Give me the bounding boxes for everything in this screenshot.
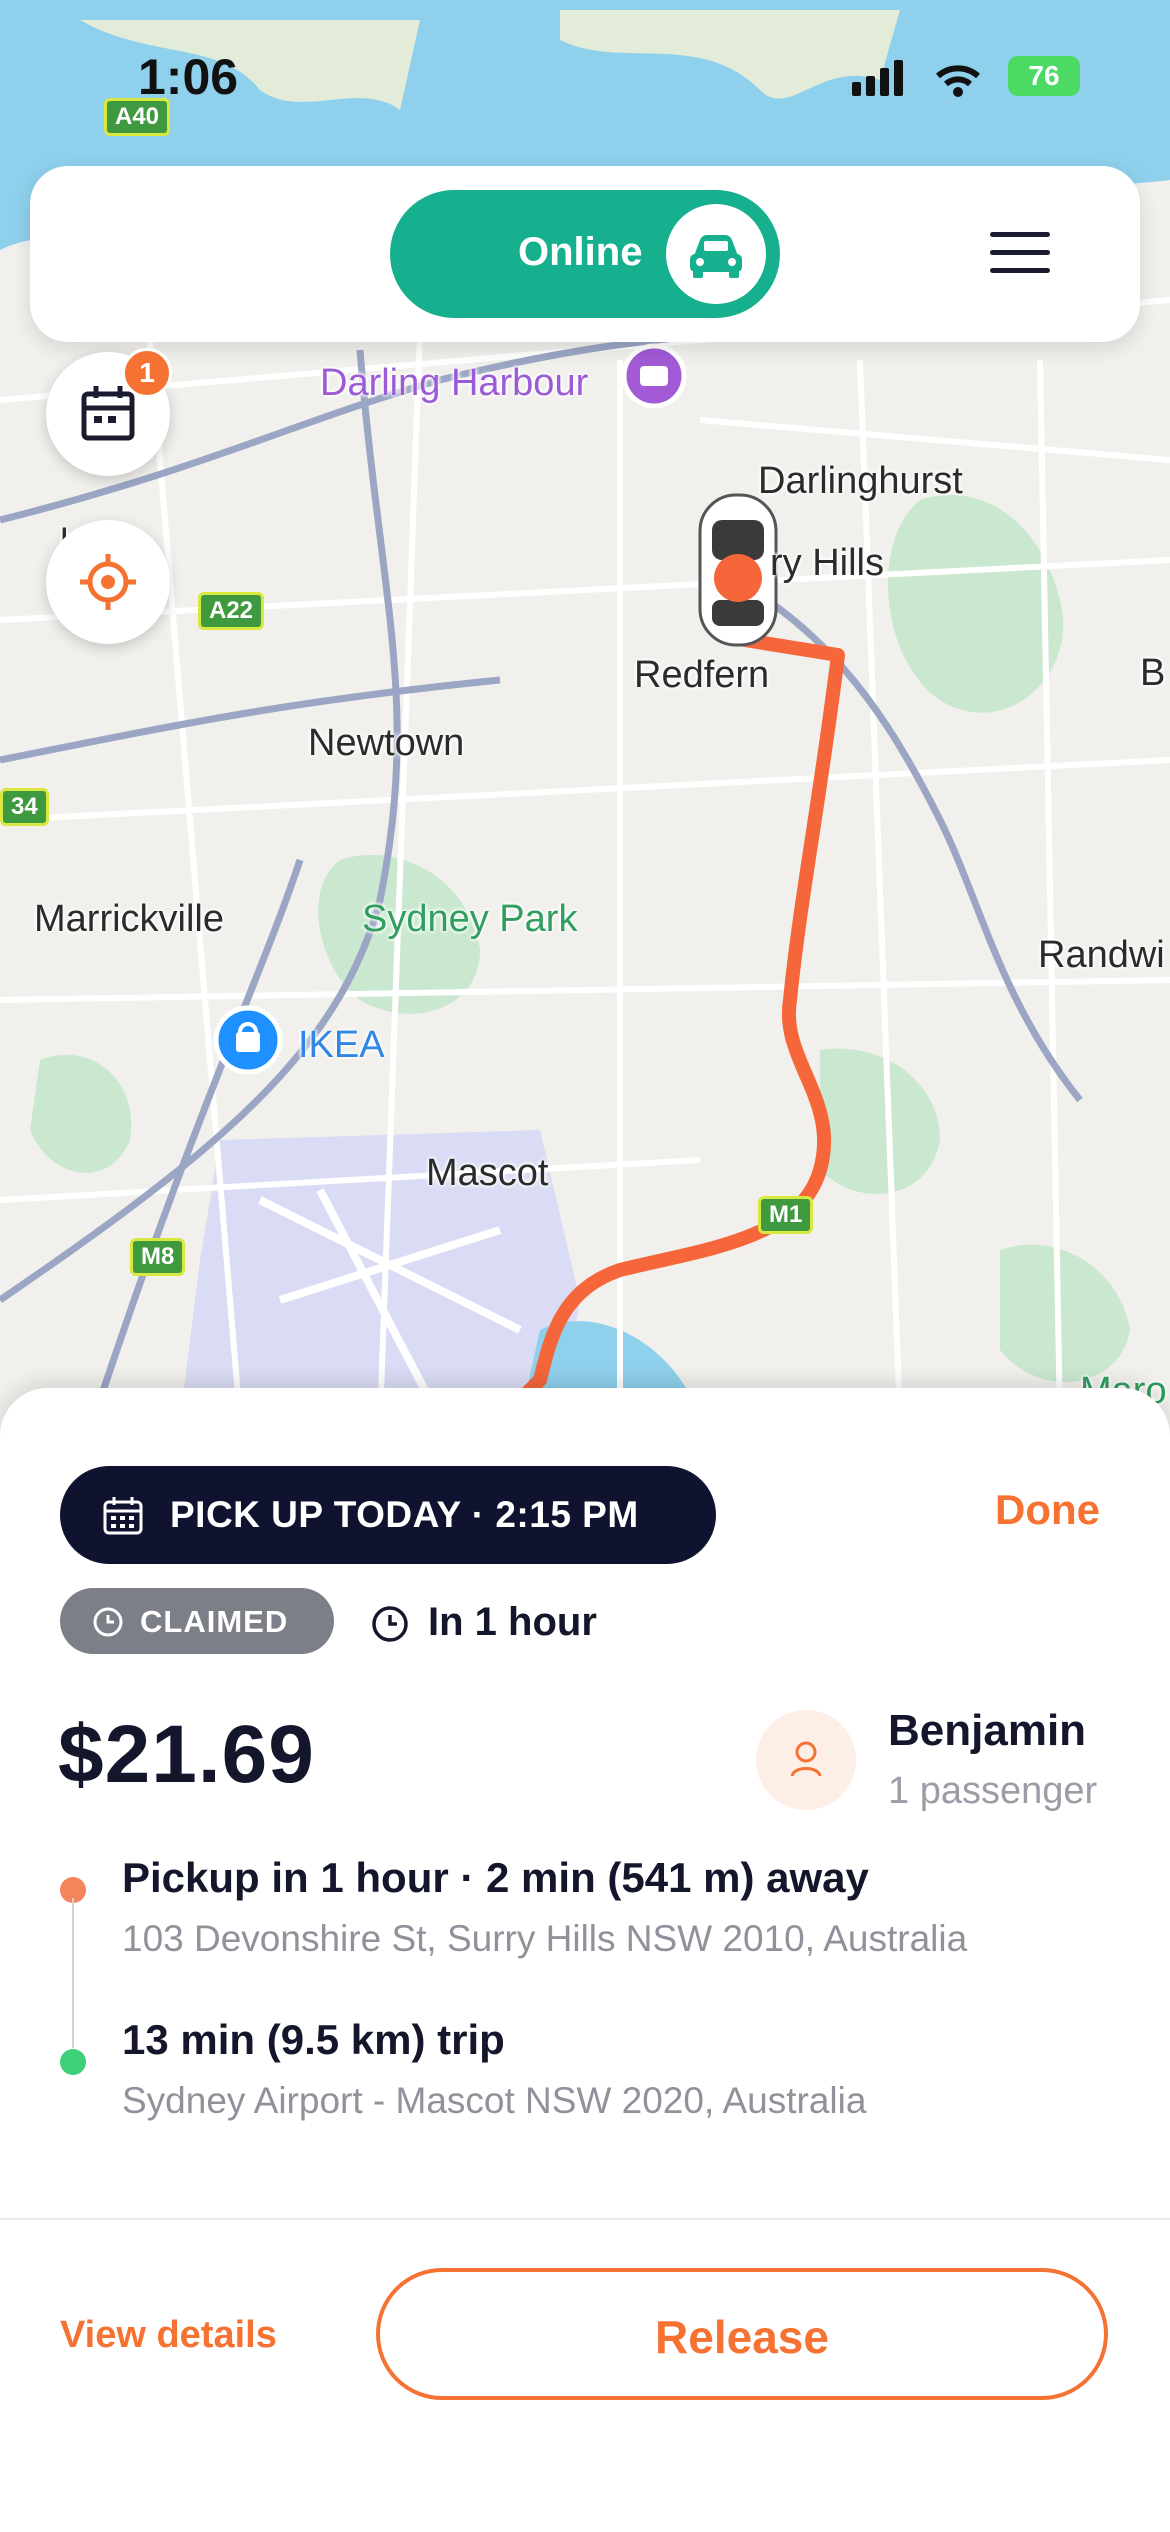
- map-label-newtown: Newtown: [308, 722, 465, 764]
- dropoff-title: 13 min (9.5 km) trip: [122, 2016, 505, 2063]
- battery-indicator: 76: [1008, 56, 1080, 96]
- map-label-randwick: Randwi: [1038, 934, 1165, 976]
- status-time: 1:06: [138, 49, 239, 105]
- rider-avatar: [756, 1710, 856, 1810]
- pickup-title: Pickup in 1 hour · 2 min (541 m) away: [122, 1854, 869, 1901]
- pickup-time-pill: PICK UP TODAY · 2:15 PM: [60, 1466, 716, 1564]
- claimed-badge: CLAIMED: [60, 1588, 334, 1654]
- recenter-button[interactable]: [46, 520, 170, 644]
- calendar-icon: [103, 1497, 143, 1535]
- map-label-darling-harbour[interactable]: Darling Harbour: [320, 362, 588, 405]
- route-connector-line: [72, 1898, 74, 2048]
- road-shield-a34: 34: [0, 788, 49, 826]
- map-label-sydney-park: Sydney Park: [362, 898, 578, 940]
- sheet-divider: [0, 2218, 1170, 2220]
- map-label-ikea[interactable]: IKEA: [298, 1024, 385, 1067]
- map-label-marrickville: Marrickville: [34, 898, 224, 940]
- car-icon: [690, 235, 742, 278]
- view-details-link[interactable]: View details: [60, 2314, 277, 2357]
- clock-icon: [93, 1607, 123, 1637]
- dropoff-dot: [60, 2049, 86, 2075]
- online-toggle[interactable]: Online: [390, 190, 780, 318]
- clock-icon: [372, 1606, 408, 1642]
- map-label-surry-hills: ry Hills: [770, 542, 884, 584]
- claimed-label: CLAIMED: [140, 1604, 289, 1639]
- release-label: Release: [655, 2311, 829, 2363]
- release-button[interactable]: Release: [376, 2268, 1108, 2400]
- map-label-redfern: Redfern: [634, 654, 770, 696]
- road-shield-m1: M1: [758, 1196, 814, 1234]
- person-icon: [790, 1741, 822, 1777]
- map-label-darlinghurst: Darlinghurst: [758, 460, 963, 502]
- road-shield-m8: M8: [130, 1238, 186, 1276]
- map-label-b: B: [1140, 652, 1166, 694]
- hamburger-menu-icon[interactable]: [990, 232, 1050, 276]
- online-label: Online: [518, 230, 643, 274]
- road-shield-a22: A22: [198, 592, 265, 630]
- status-bar: 1:06 76: [0, 0, 1170, 160]
- top-status-card: Online: [30, 166, 1140, 342]
- fare-price: $21.69: [58, 1709, 315, 1800]
- eta-label: In 1 hour: [428, 1600, 597, 1644]
- car-icon-circle: [666, 204, 766, 304]
- trip-details-sheet: PICK UP TODAY · 2:15 PM Done CLAIMED In …: [0, 1388, 1170, 2532]
- pickup-address: 103 Devonshire St, Surry Hills NSW 2010,…: [122, 1918, 968, 1959]
- map-label-mascot: Mascot: [426, 1152, 549, 1194]
- passenger-count: 1 passenger: [888, 1770, 1098, 1812]
- rider-name: Benjamin: [888, 1706, 1087, 1755]
- dropoff-address: Sydney Airport - Mascot NSW 2020, Austra…: [122, 2080, 867, 2121]
- schedule-count-badge: 1: [122, 348, 172, 398]
- done-button[interactable]: Done: [995, 1486, 1100, 1534]
- locate-icon: [80, 554, 136, 610]
- signal-wifi-icons: [852, 60, 980, 97]
- pickup-time-label: PICK UP TODAY · 2:15 PM: [170, 1494, 639, 1535]
- schedule-button[interactable]: 1: [46, 348, 172, 476]
